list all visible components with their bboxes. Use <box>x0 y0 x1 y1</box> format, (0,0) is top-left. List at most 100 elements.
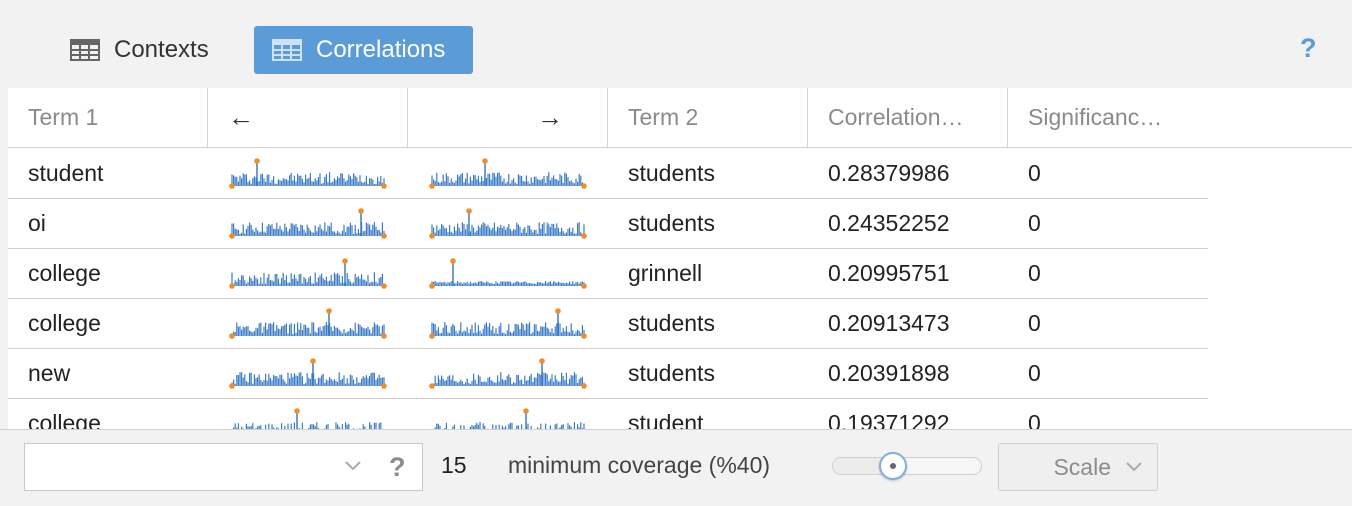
sparkline-bars <box>431 172 585 186</box>
term2-cell: student <box>628 409 704 430</box>
table-icon <box>272 39 302 61</box>
table-row[interactable]: student students 0.28379986 0 <box>8 148 1208 199</box>
tab-correlations[interactable]: Correlations <box>254 26 473 74</box>
sparkline-bars <box>431 372 585 386</box>
sparkline-marker <box>381 183 387 189</box>
sparkline-right <box>429 358 587 389</box>
significance-cell: 0 <box>1028 359 1041 386</box>
sparkline-marker <box>294 408 300 414</box>
sparkline-bars <box>231 172 385 186</box>
sparkline-marker <box>466 208 472 214</box>
table-row[interactable]: new students 0.20391898 0 <box>8 348 1208 399</box>
term1-cell: college <box>28 259 101 286</box>
sparkline-marker <box>381 333 387 339</box>
correlation-cell: 0.20391898 <box>828 359 950 386</box>
sparkline-marker <box>429 183 435 189</box>
sparkline-right <box>429 208 587 239</box>
significance-cell: 0 <box>1028 209 1041 236</box>
sparkline-left <box>233 408 383 429</box>
sparkline-left <box>229 158 387 189</box>
minimum-coverage-label: minimum coverage (%40) <box>508 452 771 478</box>
chevron-down-icon[interactable] <box>343 458 363 474</box>
tab-contexts[interactable]: Contexts <box>56 26 223 74</box>
slider-handle[interactable] <box>879 452 907 480</box>
sparkline-marker <box>581 233 587 239</box>
term2-cell: students <box>628 209 715 236</box>
help-icon[interactable]: ? <box>389 452 406 483</box>
term2-cell: grinnell <box>628 259 703 286</box>
column-header-left-arrow[interactable]: ← <box>208 88 408 147</box>
column-header-term2[interactable]: Term 2 <box>608 88 808 147</box>
table-icon <box>70 39 100 61</box>
column-header-right-arrow[interactable]: → <box>408 88 608 147</box>
sparkline-marker <box>229 233 235 239</box>
term1-cell: college <box>28 409 101 430</box>
sparkline-marker <box>581 383 587 389</box>
correlation-cell: 0.24352252 <box>828 209 950 236</box>
correlations-table: Term 1 ← → Term 2 Correlation… Significa… <box>8 88 1352 429</box>
sparkline-marker <box>358 208 364 214</box>
correlation-cell: 0.20913473 <box>828 309 950 336</box>
sparkline-bars <box>231 272 385 286</box>
sparkline-marker <box>229 283 235 289</box>
sparkline-left <box>229 358 387 389</box>
sparkline-marker <box>429 383 435 389</box>
sparkline-right <box>429 308 587 339</box>
sparkline-marker <box>581 283 587 289</box>
column-header-correlation[interactable]: Correlation… <box>808 88 1008 147</box>
sparkline-marker <box>523 408 529 414</box>
column-header-term1[interactable]: Term 1 <box>8 88 208 147</box>
term-count: 15 <box>441 452 467 478</box>
sparkline-bars <box>431 322 585 336</box>
sparkline-right <box>429 158 587 189</box>
tab-bar: Contexts Correlations ? <box>0 0 1352 88</box>
chevron-down-icon <box>1126 462 1142 472</box>
column-header-significance[interactable]: Significanc… <box>1008 88 1208 147</box>
table-header: Term 1 ← → Term 2 Correlation… Significa… <box>8 88 1352 148</box>
sparkline-marker <box>229 183 235 189</box>
correlation-cell: 0.20995751 <box>828 259 950 286</box>
sparkline-bars <box>431 281 585 286</box>
bottom-toolbar: ? 15 minimum coverage (%40) Scale <box>0 429 1352 506</box>
sparkline-bars <box>231 322 385 336</box>
table-row[interactable]: college student 0.19371292 0 <box>8 398 1208 429</box>
sparkline-left <box>229 308 387 339</box>
term2-cell: students <box>628 159 715 186</box>
scale-dropdown[interactable]: Scale <box>998 443 1158 491</box>
sparkline-right <box>434 408 585 429</box>
sparkline-left <box>229 258 387 289</box>
sparkline-marker <box>326 308 332 314</box>
coverage-slider[interactable] <box>832 452 982 480</box>
sparkline-marker <box>254 158 260 164</box>
correlation-cell: 0.28379986 <box>828 159 950 186</box>
term1-cell: oi <box>28 209 46 236</box>
tab-correlations-label: Correlations <box>316 36 446 63</box>
sparkline-marker <box>229 383 235 389</box>
sparkline-left <box>229 208 387 239</box>
term-select[interactable]: ? <box>24 443 423 491</box>
sparkline-marker <box>381 233 387 239</box>
table-row[interactable]: oi students 0.24352252 0 <box>8 198 1208 249</box>
sparkline-marker <box>429 233 435 239</box>
sparkline-marker <box>482 158 488 164</box>
sparkline-marker <box>539 358 545 364</box>
sparkline-marker <box>381 383 387 389</box>
term2-cell: students <box>628 309 715 336</box>
term1-cell: college <box>28 309 101 336</box>
help-icon[interactable]: ? <box>1300 33 1317 64</box>
term1-cell: student <box>28 159 104 186</box>
significance-cell: 0 <box>1028 159 1041 186</box>
sparkline-marker <box>429 333 435 339</box>
sparkline-marker <box>229 333 235 339</box>
term2-cell: students <box>628 359 715 386</box>
significance-cell: 0 <box>1028 409 1041 430</box>
sparkline-marker <box>581 333 587 339</box>
sparkline-marker <box>342 258 348 264</box>
table-row[interactable]: college students 0.20913473 0 <box>8 298 1208 349</box>
tab-contexts-label: Contexts <box>114 36 209 63</box>
sparkline-right <box>429 258 587 289</box>
table-row[interactable]: college grinnell 0.20995751 0 <box>8 248 1208 299</box>
sparkline-bars <box>233 422 383 429</box>
significance-cell: 0 <box>1028 309 1041 336</box>
sparkline-marker <box>310 358 316 364</box>
